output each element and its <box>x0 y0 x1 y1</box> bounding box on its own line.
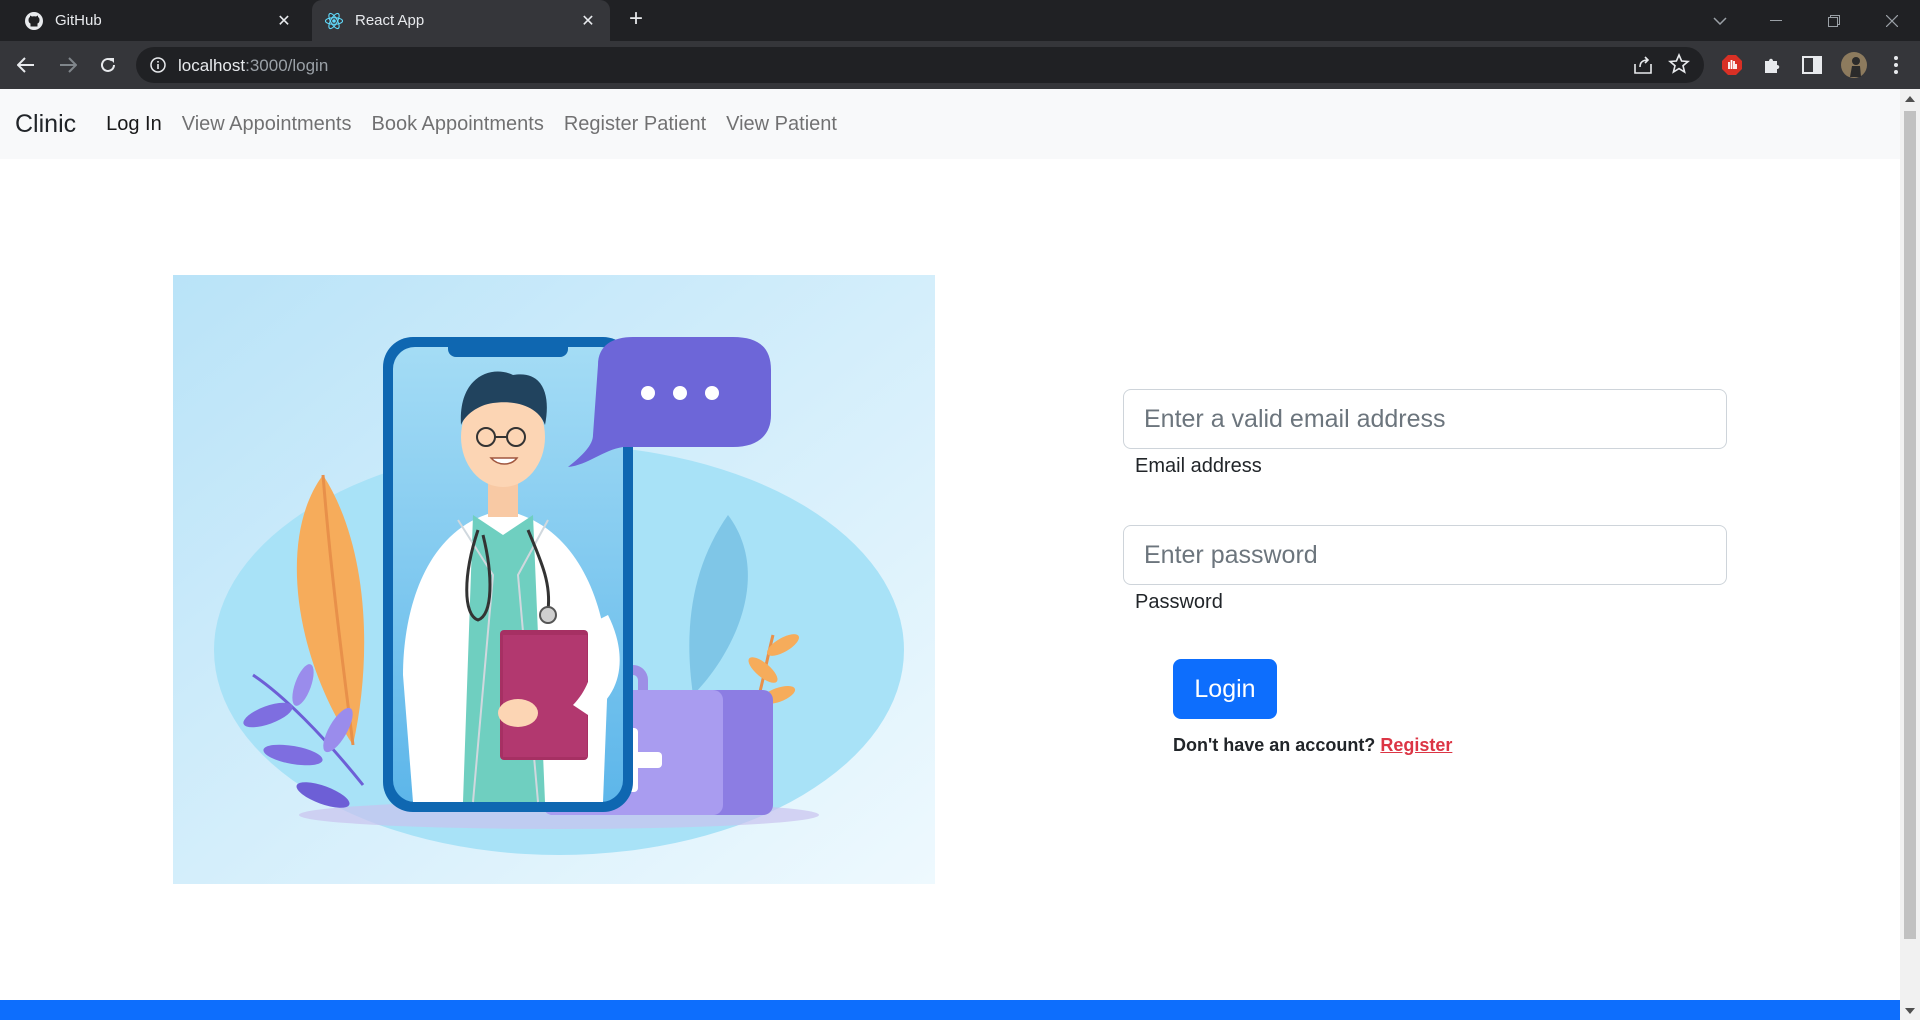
register-prompt: Don't have an account? Register <box>1173 735 1452 756</box>
side-panel-icon[interactable] <box>1800 53 1824 77</box>
email-field[interactable]: Enter a valid email address <box>1123 389 1727 449</box>
new-tab-icon[interactable]: + <box>624 7 648 32</box>
password-field[interactable]: Enter password <box>1123 525 1727 585</box>
profile-avatar[interactable] <box>1840 51 1868 79</box>
tab-title: GitHub <box>55 12 102 29</box>
react-icon <box>324 11 344 31</box>
extensions-puzzle-icon[interactable] <box>1760 53 1784 77</box>
tab-github[interactable]: GitHub ✕ <box>12 0 306 41</box>
github-icon <box>24 11 44 31</box>
email-label: Email address <box>1135 455 1262 477</box>
navbar: Clinic Log In View Appointments Book App… <box>0 89 1900 159</box>
page-content: Clinic Log In View Appointments Book App… <box>0 89 1900 1020</box>
tab-search-icon[interactable] <box>1692 0 1748 41</box>
url-text: localhost:3000/login <box>178 56 329 75</box>
footer-bar <box>0 1000 1900 1020</box>
tab-react-app[interactable]: React App ✕ <box>312 0 610 41</box>
nav-link-view-patient[interactable]: View Patient <box>716 113 847 136</box>
doctor-illustration <box>173 275 935 884</box>
browser-toolbar: localhost:3000/login <box>0 41 1920 89</box>
nav-link-log-in[interactable]: Log In <box>96 113 172 136</box>
page-scrollbar[interactable] <box>1900 89 1920 1020</box>
back-icon[interactable] <box>12 51 40 79</box>
share-icon[interactable] <box>1632 54 1654 76</box>
nav-link-register-patient[interactable]: Register Patient <box>554 113 716 136</box>
nav-link-book-appointments[interactable]: Book Appointments <box>361 113 553 136</box>
register-prompt-text: Don't have an account? <box>1173 735 1376 755</box>
navbar-brand[interactable]: Clinic <box>15 110 76 139</box>
menu-kebab-icon[interactable] <box>1884 53 1908 77</box>
reload-icon[interactable] <box>94 51 122 79</box>
close-icon[interactable]: ✕ <box>578 11 598 31</box>
close-icon[interactable]: ✕ <box>274 11 294 31</box>
password-label: Password <box>1135 591 1223 613</box>
browser-tab-strip: GitHub ✕ React App ✕ + <box>0 0 1920 41</box>
minimize-icon[interactable] <box>1748 0 1804 41</box>
address-bar[interactable]: localhost:3000/login <box>136 47 1704 83</box>
login-form: Enter a valid email address Email addres… <box>1123 389 1727 755</box>
nav-link-view-appointments[interactable]: View Appointments <box>172 113 362 136</box>
tab-title: React App <box>355 12 425 29</box>
forward-icon[interactable] <box>54 51 82 79</box>
close-window-icon[interactable] <box>1864 0 1920 41</box>
extension-adblock-icon[interactable] <box>1720 53 1744 77</box>
site-info-icon[interactable] <box>149 56 167 74</box>
scrollbar-thumb[interactable] <box>1904 111 1916 939</box>
login-button[interactable]: Login <box>1173 659 1277 719</box>
bookmark-star-icon[interactable] <box>1667 52 1691 75</box>
scroll-down-icon[interactable] <box>1905 1008 1915 1014</box>
scroll-up-icon[interactable] <box>1905 96 1915 102</box>
register-link[interactable]: Register <box>1380 735 1452 755</box>
restore-icon[interactable] <box>1806 0 1862 41</box>
